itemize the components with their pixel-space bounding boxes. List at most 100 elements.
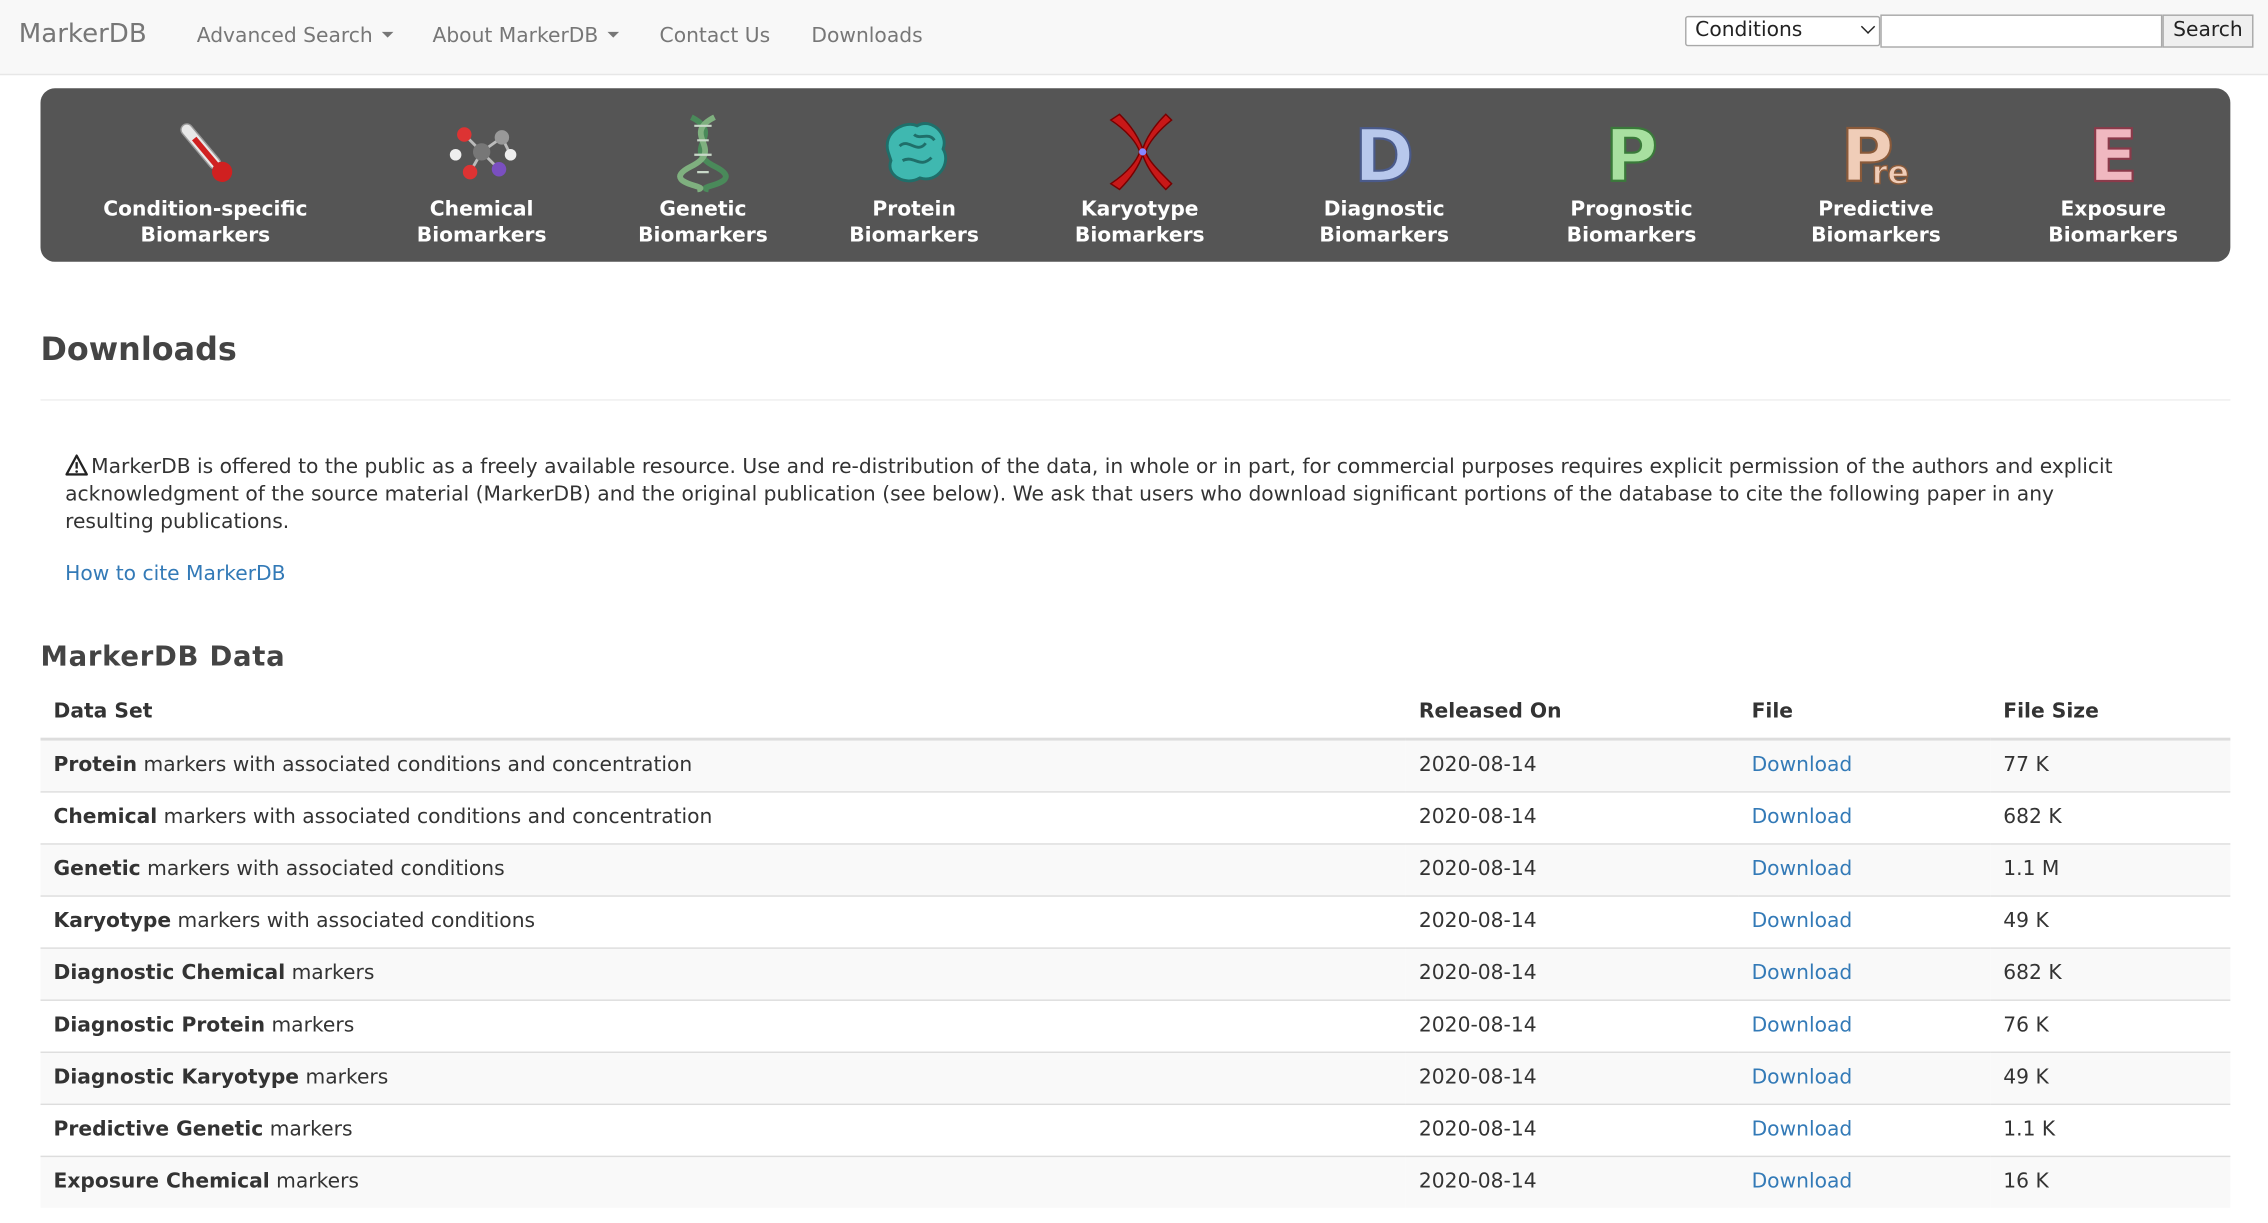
data-set-rest: markers [285,961,375,985]
thermometer-icon [180,123,233,182]
cell-released-on: 2020-08-14 [1405,1154,1739,1208]
table-row: Diagnostic Karyotype markers 2020-08-14 Do… [40,1050,2231,1104]
category-label-line1: Diagnostic [1323,198,1445,222]
data-set-bold: Karyotype [53,909,172,933]
category-label-line1: Condition-specific [103,198,308,222]
cell-data-set: Chemical markers with associated conditi… [40,790,1406,844]
cell-data-set: Protein markers with associated conditio… [40,738,1406,792]
download-link[interactable]: Download [1752,1066,1853,1089]
cell-file-size: 682 K [1990,946,2231,1000]
category-label-line1: Predictive [1818,198,1934,222]
cell-file: Download [1738,738,1991,792]
search-category-select[interactable]: Conditions [1685,15,1881,47]
category-predictive[interactable]: P re Predictive Biomarkers [1760,88,1991,249]
download-link[interactable]: Download [1752,1014,1853,1037]
cell-file-size: 1.1 K [1990,1102,2231,1156]
category-exposure[interactable]: E Exposure Biomarkers [1997,88,2228,249]
download-link[interactable]: Download [1752,806,1853,829]
category-label-line2: Biomarkers [2048,224,2179,248]
cell-data-set: Diagnostic Chemical markers [40,946,1406,1000]
download-link[interactable]: Download [1752,1118,1853,1141]
header-data-set: Data Set [40,685,1406,741]
table-row: Karyotype markers with associated condit… [40,894,2231,948]
category-label-line2: Biomarkers [638,224,768,248]
cell-released-on: 2020-08-14 [1405,998,1739,1052]
data-set-rest: markers with associated conditions and c… [137,753,693,778]
cell-data-set: Genetic markers with associated conditio… [40,842,1406,896]
cell-file: Download [1738,1102,1991,1156]
category-label-line2: Biomarkers [140,224,271,248]
license-notice: MarkerDB is offered to the public as a f… [65,454,2148,536]
cell-data-set: Predictive Genetic markers [40,1102,1406,1156]
table-row: Diagnostic Chemical markers 2020-08-14 Dow… [40,946,2231,1000]
cell-file-size: 49 K [1990,1050,2231,1104]
download-link[interactable]: Download [1752,1170,1853,1193]
how-to-cite-link[interactable]: How to cite MarkerDB [65,563,285,586]
category-label-line1: Karyotype [1080,198,1199,222]
header-file: File [1738,685,1991,741]
cell-file-size: 76 K [1990,998,2231,1052]
chevron-down-icon [1860,19,1876,34]
search-category-value: Conditions [1695,18,1803,42]
category-genetic[interactable]: Genetic Biomarkers [587,88,818,249]
category-label-line2: Biomarkers [1566,224,1697,248]
category-label-line1: Prognostic [1570,198,1693,222]
letter-pre-icon: P re [1840,114,1910,193]
svg-text:P: P [1605,115,1658,193]
table-row: Protein markers with associated conditio… [40,738,2231,792]
cell-released-on: 2020-08-14 [1405,842,1739,896]
protein-icon [885,122,947,183]
category-karyotype[interactable]: Karyotype Biomarkers [1024,88,1255,249]
nav-contact-link[interactable]: Contact Us [660,25,771,48]
nav-downloads-link[interactable]: Downloads [811,25,922,48]
molecule-icon [449,127,517,180]
table-row: Exposure Chemical markers 2020-08-14 Downl… [40,1154,2231,1208]
category-label-line1: Protein [872,198,956,222]
category-prognostic[interactable]: P Prognostic Biomarkers [1516,88,1747,249]
brand-logo-link[interactable]: MarkerDB [19,19,147,49]
download-link[interactable]: Download [1752,910,1853,933]
nav-about-dropdown[interactable]: About MarkerDB [432,24,619,48]
category-protein[interactable]: Protein Biomarkers [798,88,1029,249]
search-button[interactable]: Search [2162,14,2254,48]
cell-file: Download [1738,946,1991,1000]
svg-text:re: re [1872,154,1909,192]
section-title: MarkerDB Data [40,640,286,673]
category-label-line2: Biomarkers [416,224,547,248]
data-set-bold: Diagnostic Protein [53,1013,266,1038]
letter-e-icon: E [2087,114,2139,193]
table-header-row: Data Set Released On File File Size [40,685,2231,741]
category-label-line2: Biomarkers [1074,224,1205,248]
cell-data-set: Karyotype markers with associated condit… [40,894,1406,948]
cell-released-on: 2020-08-14 [1405,1050,1739,1104]
cell-file: Download [1738,998,1991,1052]
cell-released-on: 2020-08-14 [1405,738,1739,792]
cell-data-set: Diagnostic Protein markers [40,998,1406,1052]
download-link[interactable]: Download [1752,754,1853,777]
cell-data-set: Exposure Chemical markers [40,1154,1406,1208]
data-set-rest: markers with associated conditions [171,909,536,933]
cell-file: Download [1738,842,1991,896]
table-row: Predictive Genetic markers 2020-08-14 Down… [40,1102,2231,1156]
data-set-bold: Chemical [53,805,158,829]
table-row: Diagnostic Protein markers 2020-08-14 Down… [40,998,2231,1052]
download-link[interactable]: Download [1752,962,1853,985]
dna-icon [677,114,729,193]
title-divider [40,399,2231,401]
header-file-size: File Size [1990,685,2231,741]
nav-advanced-search-dropdown[interactable]: Advanced Search [197,25,393,48]
letter-d-icon: D [1353,114,1415,193]
cell-file-size: 77 K [1990,738,2231,792]
category-chemical[interactable]: Chemical Biomarkers [366,88,597,249]
data-set-bold: Diagnostic Chemical [53,961,286,985]
cell-released-on: 2020-08-14 [1405,946,1739,1000]
category-label-line1: Chemical [429,198,534,222]
search-input[interactable] [1880,14,2163,48]
category-diagnostic[interactable]: D Diagnostic Biomarkers [1268,88,1499,249]
cell-released-on: 2020-08-14 [1405,1102,1739,1156]
cell-file-size: 1.1 M [1990,842,2231,896]
svg-text:D: D [1354,115,1414,193]
category-condition-specific[interactable]: Condition-specific Biomarkers [90,88,321,249]
nav-about-label: About MarkerDB [432,24,599,48]
download-link[interactable]: Download [1752,858,1853,881]
